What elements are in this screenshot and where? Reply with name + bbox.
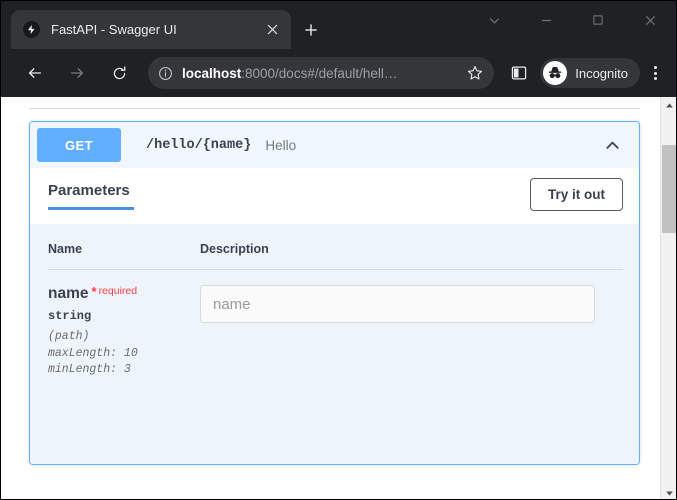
tag-section-divider [29,108,640,109]
page-scrollbar[interactable] [660,97,676,500]
tab-title: FastAPI - Swagger UI [51,22,261,37]
parameter-input-cell [200,270,623,380]
tab-close-icon[interactable] [261,19,283,41]
parameter-location: (path) [48,329,200,346]
side-panel-icon[interactable] [504,58,534,88]
column-header-name: Name [48,242,200,270]
browser-tab[interactable]: FastAPI - Swagger UI [11,10,291,49]
parameter-minlength: minLength: 3 [48,362,200,379]
tab-search-chevron-icon[interactable] [468,1,520,39]
forward-arrow-icon [61,57,93,89]
new-tab-button[interactable] [298,17,324,43]
parameter-maxlength: maxLength: 10 [48,346,200,363]
minimize-icon[interactable] [520,1,572,39]
reload-icon[interactable] [103,57,135,89]
parameter-name-text: name [48,285,89,302]
operation-summary: Hello [265,138,599,153]
parameter-name-input[interactable] [200,285,595,323]
window-controls [468,1,676,39]
http-method-badge: GET [37,128,121,162]
parameter-name: name*required [48,285,200,302]
tab-strip: FastAPI - Swagger UI [1,1,676,49]
address-bar[interactable]: localhost:8000/docs#/default/hell… [148,57,494,89]
parameters-table: Name Description name*required [48,242,623,379]
lightning-bolt-icon [23,21,40,38]
required-label: required [99,285,138,297]
chevron-up-icon[interactable] [599,132,625,158]
incognito-indicator[interactable]: Incognito [540,58,640,88]
parameters-header: Parameters Try it out [30,168,639,224]
required-star-icon: * [92,284,97,299]
star-icon[interactable] [462,60,488,86]
three-dot-menu-icon[interactable] [642,58,668,88]
operation-path: /hello/{name} [146,138,251,153]
scrollbar-thumb[interactable] [662,145,676,233]
close-icon[interactable] [624,1,676,39]
table-row: name*required string (path) maxLength: 1… [48,270,623,380]
url-host: localhost [182,66,241,81]
parameter-info-cell: name*required string (path) maxLength: 1… [48,270,200,380]
back-arrow-icon[interactable] [19,57,51,89]
parameters-table-wrapper: Name Description name*required [30,224,639,464]
scroll-down-arrow-icon[interactable] [661,485,677,500]
page-viewport: GET /hello/{name} Hello Parameters Try i… [1,97,676,500]
parameter-constraints: (path) maxLength: 10 minLength: 3 [48,329,200,379]
opblock-body: Parameters Try it out Name Description [30,168,639,464]
incognito-hat-glasses-icon [543,61,567,85]
maximize-icon[interactable] [572,1,624,39]
browser-toolbar: localhost:8000/docs#/default/hell… [1,49,676,97]
url-path: :8000/docs#/default/hell… [241,66,397,81]
incognito-label: Incognito [575,66,628,81]
url-text: localhost:8000/docs#/default/hell… [182,66,462,81]
swagger-ui-page: GET /hello/{name} Hello Parameters Try i… [1,97,660,500]
try-it-out-button[interactable]: Try it out [530,178,623,211]
info-circle-icon[interactable] [158,66,173,81]
scroll-up-arrow-icon[interactable] [661,97,677,113]
parameters-title: Parameters [48,182,130,209]
browser-window: FastAPI - Swagger UI [0,0,677,500]
parameter-type: string [48,309,200,323]
opblock-get-hello: GET /hello/{name} Hello Parameters Try i… [29,121,640,465]
opblock-summary[interactable]: GET /hello/{name} Hello [30,122,639,168]
column-header-description: Description [200,242,623,270]
table-header-row: Name Description [48,242,623,270]
